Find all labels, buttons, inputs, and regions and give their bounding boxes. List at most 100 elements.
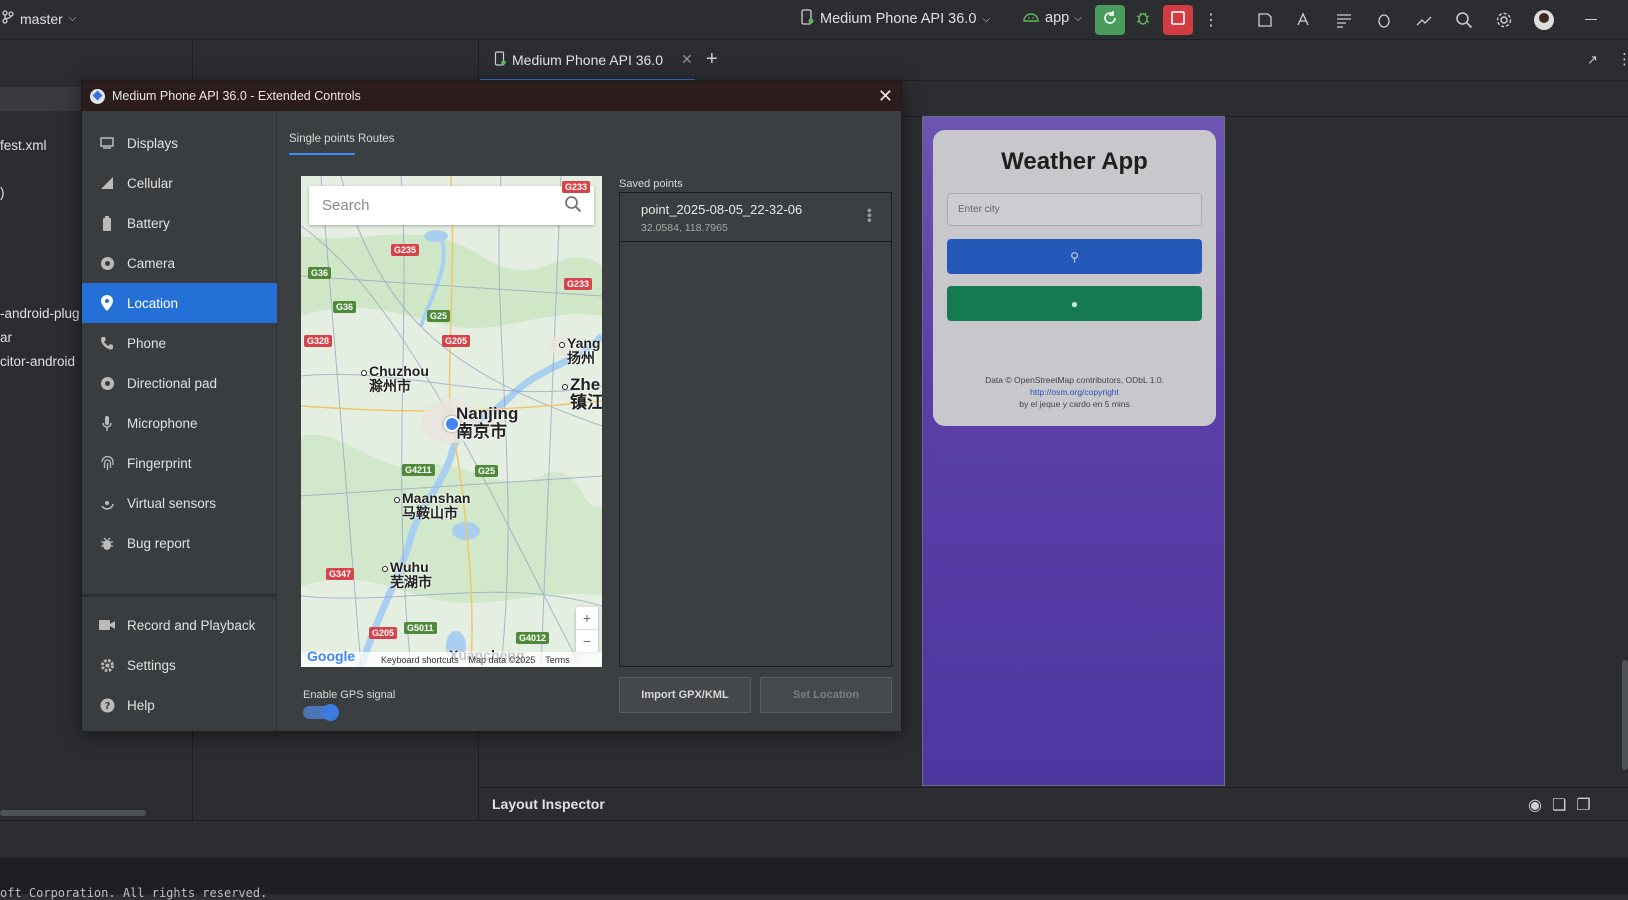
city-input[interactable]: Enter city <box>947 193 1202 226</box>
add-tab-icon[interactable]: + <box>706 48 718 71</box>
import-gpx-kml-button[interactable]: Import GPX/KML <box>619 677 751 713</box>
road-shield: G4012 <box>516 632 550 644</box>
list-item[interactable]: point_2025-08-05_22-32-06 32.0584, 118.7… <box>620 193 891 242</box>
more-vertical-icon[interactable]: ⋮ <box>1199 8 1223 32</box>
extended-controls-dialog: Medium Phone API 36.0 - Extended Control… <box>81 80 902 731</box>
bug-icon <box>99 535 115 551</box>
sidebar-item-help[interactable]: ? Help <box>82 685 277 725</box>
tab-running-device[interactable]: Medium Phone API 36.0 ✕ <box>480 40 695 81</box>
rerun-icon <box>1102 10 1118 31</box>
set-location-button[interactable]: Set Location <box>760 677 892 713</box>
keyboard-shortcuts-link[interactable]: Keyboard shortcuts <box>381 655 459 665</box>
sidebar-item-battery[interactable]: Battery <box>82 203 277 243</box>
search-city-button[interactable]: ⚲ <box>947 239 1202 274</box>
zoom-out-button[interactable]: − <box>576 629 598 652</box>
rerun-button[interactable] <box>1095 5 1125 35</box>
sidebar-item-label: Camera <box>127 255 176 271</box>
battery-icon <box>99 215 115 231</box>
tab-routes[interactable]: Routes <box>358 133 394 145</box>
map-search-input[interactable]: Search <box>309 186 594 225</box>
device-selector-label: Medium Phone API 36.0 <box>820 11 977 27</box>
tab-single-points[interactable]: Single points <box>289 133 355 155</box>
terms-link[interactable]: Terms <box>545 655 570 665</box>
translate-icon[interactable] <box>1292 8 1316 32</box>
profiler-icon[interactable] <box>1253 8 1277 32</box>
more-vertical-icon[interactable]: ••• <box>862 208 878 223</box>
sidebar-item-displays[interactable]: Displays <box>82 123 277 163</box>
more-vertical-icon[interactable]: ⋮ <box>1617 50 1628 68</box>
location-panel: Single points Routes Search G233 G235 G3… <box>278 111 901 731</box>
gps-signal-toggle[interactable] <box>303 704 339 721</box>
snapshot-icon[interactable]: ❏ <box>1552 795 1566 815</box>
sidebar-item-camera[interactable]: Camera <box>82 243 277 283</box>
minimize-icon[interactable] <box>1585 19 1597 20</box>
sidebar-item-label: Cellular <box>127 175 173 191</box>
location-map[interactable]: Search G233 G235 G36 G233 G36 G25 G328 G… <box>301 176 602 667</box>
microphone-icon <box>99 415 115 431</box>
sidebar-item-directional-pad[interactable]: Directional pad <box>82 363 277 403</box>
sidebar-item-bug-report[interactable]: Bug report <box>82 523 277 563</box>
fingerprint-icon <box>99 455 115 471</box>
horizontal-scrollbar[interactable] <box>0 810 146 816</box>
app-title: Weather App <box>1001 148 1148 175</box>
zoom-in-button[interactable]: + <box>576 607 598 629</box>
debug-button[interactable] <box>1128 5 1158 35</box>
tab-label: Medium Phone API 36.0 <box>512 51 663 68</box>
export-icon[interactable]: ❐ <box>1576 795 1590 815</box>
run-config-selector[interactable]: app ⌵ <box>1022 9 1082 27</box>
close-icon[interactable]: ✕ <box>681 51 693 68</box>
road-shield: G4211 <box>402 464 435 476</box>
eye-icon[interactable]: ◉ <box>1528 795 1542 815</box>
search-icon[interactable] <box>564 195 582 217</box>
gear-icon[interactable] <box>1492 8 1516 32</box>
sidebar-item-record-playback[interactable]: Record and Playback <box>82 605 277 645</box>
road-shield: G25 <box>475 465 499 477</box>
layout-inspector-title: Layout Inspector <box>492 796 605 812</box>
road-shield: G5011 <box>404 622 437 634</box>
vertical-scrollbar[interactable] <box>1622 660 1628 770</box>
device-selector[interactable]: Medium Phone API 36.0 ⌵ <box>800 9 990 29</box>
device-manager-icon[interactable] <box>1412 8 1436 32</box>
branch-icon <box>2 10 14 27</box>
display-icon <box>99 135 115 151</box>
layout-icon[interactable] <box>1332 8 1356 32</box>
close-icon[interactable]: ✕ <box>878 86 893 107</box>
run-config-label: app <box>1045 10 1070 26</box>
avatar[interactable] <box>1534 10 1554 30</box>
cellular-icon <box>99 175 115 191</box>
attribution-line: Data © OpenStreetMap contributors, ODbL … <box>985 375 1164 385</box>
map-zoom-control: + − <box>576 607 598 652</box>
external-window-icon[interactable]: ↗ <box>1587 52 1598 68</box>
project-item[interactable]: fest.xml <box>0 138 47 153</box>
project-item[interactable]: ar <box>0 330 12 345</box>
vcs-branch-widget[interactable]: master ⌵ <box>2 10 76 27</box>
app-quality-icon[interactable] <box>1372 8 1396 32</box>
map-data-text: Map data ©2025 <box>468 654 536 665</box>
use-location-button[interactable]: ● <box>947 286 1202 321</box>
road-shield: G235 <box>391 244 420 256</box>
sidebar-item-label: Microphone <box>127 415 198 431</box>
project-item[interactable]: ) <box>0 185 5 200</box>
sidebar-item-phone[interactable]: Phone <box>82 323 277 363</box>
sidebar-item-fingerprint[interactable]: Fingerprint <box>82 443 277 483</box>
sidebar-item-settings[interactable]: Settings <box>82 645 277 685</box>
sidebar-item-virtual-sensors[interactable]: Virtual sensors <box>82 483 277 523</box>
terminal-output: oft Corporation. All rights reserved. <box>0 886 268 900</box>
search-icon[interactable] <box>1452 8 1476 32</box>
sidebar-item-label: Help <box>127 697 155 713</box>
sidebar-item-cellular[interactable]: Cellular <box>82 163 277 203</box>
emulator-screen[interactable]: Weather App Enter city ⚲ ● Data © OpenSt… <box>922 116 1225 786</box>
sidebar-item-location[interactable]: Location <box>82 283 277 323</box>
help-icon: ? <box>99 697 115 713</box>
attribution-credit: by el jeque y cardo en 5 mins <box>1019 399 1130 409</box>
saved-points-list: point_2025-08-05_22-32-06 32.0584, 118.7… <box>619 192 892 667</box>
chevron-down-icon: ⌵ <box>68 13 77 24</box>
bug-icon <box>1134 9 1152 32</box>
project-item[interactable]: citor-android <box>0 354 75 369</box>
phone-icon <box>99 335 115 351</box>
osm-copyright-link[interactable]: http://osm.org/copyright <box>933 386 1216 398</box>
sidebar-item-microphone[interactable]: Microphone <box>82 403 277 443</box>
search-icon: ⚲ <box>1070 249 1079 264</box>
project-item[interactable]: -android-plug <box>0 306 80 321</box>
stop-button[interactable] <box>1163 5 1193 35</box>
